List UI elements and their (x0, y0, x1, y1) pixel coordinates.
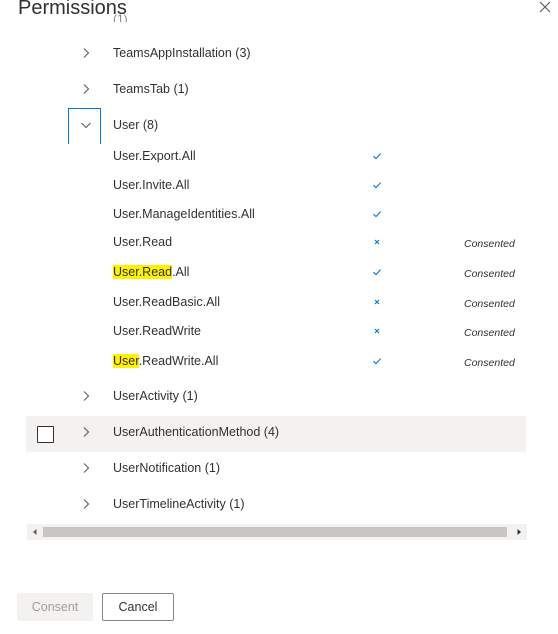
permission-name: User.ReadWrite (113, 324, 201, 338)
check-icon (372, 180, 382, 190)
group-label: UserAuthenticationMethod (4) (113, 425, 280, 439)
group-label: UserTimelineActivity (1) (113, 497, 245, 511)
permission-row[interactable]: User.Invite.All (0, 172, 558, 200)
chevron-right-icon[interactable] (80, 426, 92, 438)
permission-name: User.Export.All (113, 149, 196, 163)
group-row-usertimelineactivity[interactable]: UserTimelineActivity (1) (26, 488, 526, 524)
chevron-right-icon[interactable] (80, 390, 92, 402)
consent-status: Consented (464, 327, 515, 339)
permission-row[interactable]: User.ReadBasic.All Consented (0, 289, 558, 317)
permission-row[interactable]: User.Read.All Consented (0, 259, 558, 287)
cross-icon (372, 297, 382, 307)
group-label: UserActivity (1) (113, 389, 198, 403)
check-icon (372, 151, 382, 161)
consent-status: Consented (464, 238, 515, 250)
permission-row[interactable]: User.Export.All (0, 143, 558, 171)
permission-row[interactable]: User.Read Consented (0, 229, 558, 257)
cross-icon (372, 326, 382, 336)
permission-name: User.Read (113, 235, 173, 249)
chevron-right-icon[interactable] (80, 47, 92, 59)
consent-status: Consented (464, 268, 515, 280)
permission-row[interactable]: User.ReadWrite.All Consented (0, 348, 558, 376)
permission-row[interactable]: User.ManageIdentities.All (0, 201, 558, 229)
consent-status: Consented (464, 298, 515, 310)
permission-name: User.ReadWrite.All (113, 354, 219, 368)
group-row-teamsappinstallation[interactable]: TeamsAppInstallation (3) (26, 37, 526, 73)
permission-name: User.Invite.All (113, 178, 190, 192)
chevron-down-icon[interactable] (80, 119, 92, 131)
group-label: UserNotification (1) (113, 461, 220, 475)
check-icon (372, 209, 382, 219)
chevron-right-icon[interactable] (80, 498, 92, 510)
clipped-row-text: (1) (113, 12, 128, 22)
scroll-right-arrow-icon[interactable] (511, 524, 527, 540)
dialog-title: Permissions (18, 0, 127, 19)
group-row-teamstab[interactable]: TeamsTab (1) (26, 73, 526, 109)
permission-name: User.ReadBasic.All (113, 295, 220, 309)
select-checkbox[interactable] (37, 426, 54, 443)
permission-name: User.Read.All (113, 265, 190, 279)
group-label: User (8) (113, 118, 159, 132)
permission-name: User.ManageIdentities.All (113, 207, 255, 221)
permission-row[interactable]: User.ReadWrite Consented (0, 318, 558, 346)
chevron-right-icon[interactable] (80, 462, 92, 474)
scrollbar-thumb[interactable] (43, 527, 507, 537)
horizontal-scrollbar[interactable] (27, 524, 527, 540)
group-row-user[interactable]: User (8) (26, 109, 526, 145)
group-row-useractivity[interactable]: UserActivity (1) (26, 380, 526, 416)
cross-icon (372, 237, 382, 247)
consent-button[interactable]: Consent (17, 593, 93, 621)
group-row-userauthenticationmethod[interactable]: UserAuthenticationMethod (4) (26, 416, 526, 452)
check-icon (372, 356, 382, 366)
group-label: TeamsAppInstallation (3) (113, 46, 251, 60)
close-icon[interactable] (538, 0, 554, 16)
group-label: TeamsTab (1) (113, 82, 189, 96)
group-row-usernotification[interactable]: UserNotification (1) (26, 452, 526, 488)
scroll-left-arrow-icon[interactable] (27, 524, 43, 540)
check-icon (372, 267, 382, 277)
chevron-right-icon[interactable] (80, 83, 92, 95)
cancel-button[interactable]: Cancel (102, 593, 174, 621)
consent-status: Consented (464, 357, 515, 369)
